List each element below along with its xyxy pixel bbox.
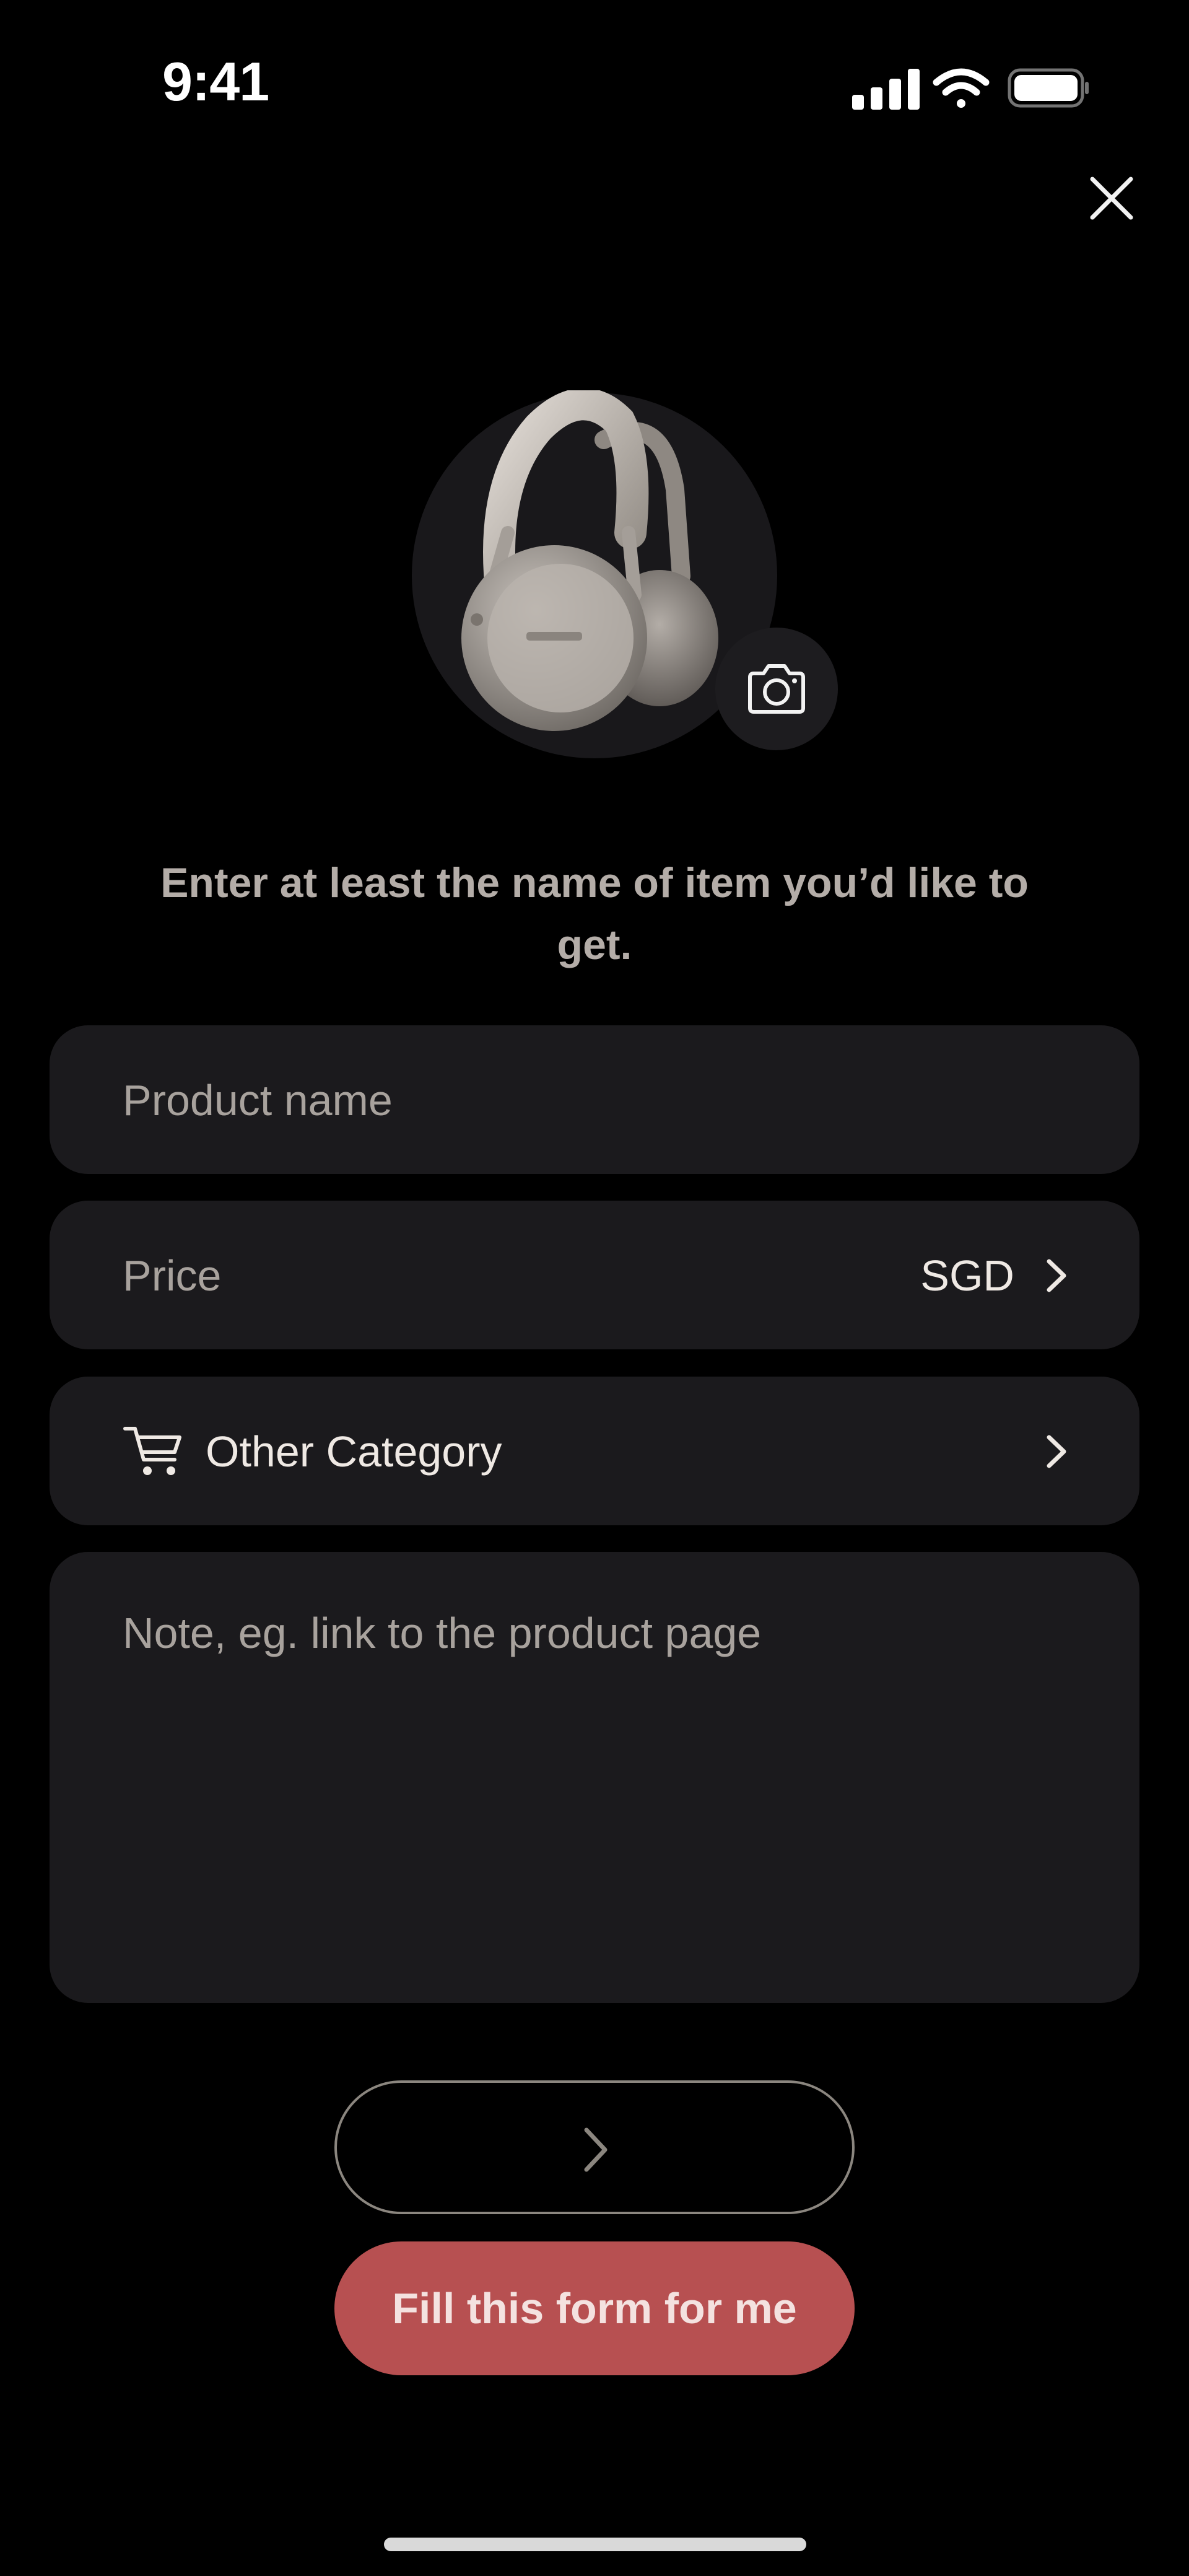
close-icon bbox=[1090, 177, 1133, 220]
camera-icon bbox=[748, 664, 805, 714]
status-icons bbox=[848, 65, 1090, 111]
headphones-image bbox=[433, 388, 756, 737]
category-selector[interactable]: Other Category bbox=[50, 1377, 1139, 1525]
chevron-right-icon bbox=[1047, 1259, 1066, 1292]
currency-selector[interactable]: SGD bbox=[920, 1254, 1014, 1297]
wifi-icon bbox=[933, 68, 990, 108]
price-field[interactable]: Price SGD bbox=[50, 1201, 1139, 1349]
chevron-right-icon bbox=[584, 2127, 608, 2172]
product-name-placeholder: Product name bbox=[123, 1076, 393, 1124]
price-placeholder: Price bbox=[123, 1251, 222, 1300]
close-button[interactable] bbox=[1084, 170, 1139, 226]
product-name-field[interactable]: Product name bbox=[50, 1025, 1139, 1174]
note-placeholder: Note, eg. link to the product page bbox=[123, 1609, 762, 1657]
battery-icon bbox=[1008, 68, 1089, 108]
chevron-right-icon bbox=[1047, 1435, 1066, 1468]
change-photo-button[interactable] bbox=[715, 628, 838, 750]
home-indicator[interactable] bbox=[384, 2538, 806, 2551]
fill-form-button[interactable]: Fill this form for me bbox=[334, 2241, 855, 2375]
instruction-text: Enter at least the name of item you’d li… bbox=[160, 859, 1029, 968]
cellular-signal-icon bbox=[852, 69, 920, 110]
note-field[interactable]: Note, eg. link to the product page bbox=[50, 1552, 1139, 2003]
category-label: Other Category bbox=[206, 1427, 502, 1476]
status-time: 9:41 bbox=[162, 51, 269, 112]
next-button[interactable] bbox=[334, 2080, 855, 2214]
cart-icon bbox=[123, 1427, 181, 1475]
